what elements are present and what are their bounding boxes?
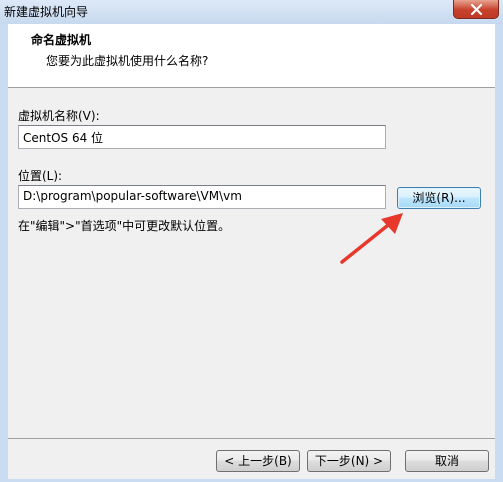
cancel-button[interactable]: 取消: [405, 450, 489, 472]
next-button[interactable]: 下一步(N) >: [307, 450, 391, 472]
vm-name-label: 虚拟机名称(V):: [18, 109, 100, 123]
close-icon: [470, 4, 483, 15]
wizard-header: 命名虚拟机 您要为此虚拟机使用什么名称?: [8, 24, 495, 88]
wizard-footer: < 上一步(B) 下一步(N) > 取消: [8, 438, 495, 479]
page-subtitle: 您要为此虚拟机使用什么名称?: [46, 54, 209, 68]
location-input[interactable]: D:\program\popular-software\VM\vm: [18, 185, 386, 209]
vm-name-input[interactable]: CentOS 64 位: [18, 125, 386, 149]
close-button[interactable]: [453, 0, 499, 19]
title-bar[interactable]: 新建虚拟机向导: [0, 0, 503, 24]
wizard-content: 虚拟机名称(V): CentOS 64 位 位置(L): D:\program\…: [8, 88, 495, 438]
page-title: 命名虚拟机: [31, 33, 92, 47]
window-title: 新建虚拟机向导: [4, 5, 89, 19]
default-location-hint: 在"编辑">"首选项"中可更改默认位置。: [18, 219, 231, 233]
new-vm-wizard-window: 新建虚拟机向导 命名虚拟机 您要为此虚拟机使用什么名称? 虚拟机名称(V): C…: [0, 0, 503, 482]
location-label: 位置(L):: [18, 169, 63, 183]
browse-button[interactable]: 浏览(R)...: [397, 187, 481, 209]
back-button[interactable]: < 上一步(B): [216, 450, 300, 472]
